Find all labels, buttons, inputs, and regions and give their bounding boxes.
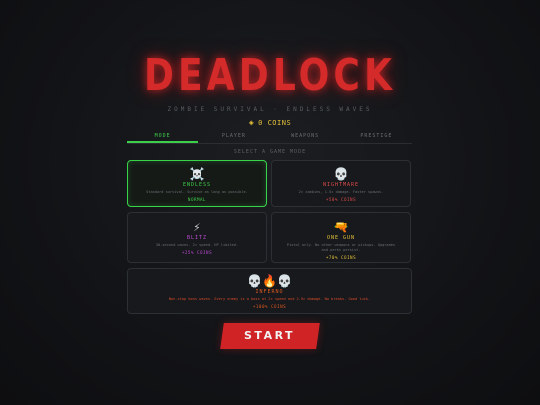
mode-name: NIGHTMARE (322, 182, 360, 188)
mode-name: ENDLESS (182, 182, 212, 188)
tab-mode[interactable]: MODE (127, 131, 199, 143)
mode-card-nightmare[interactable]: 💀 NIGHTMARE 2× zombies, 1.5× damage. Fas… (271, 160, 411, 207)
tab-weapons[interactable]: WEAPONS (270, 131, 341, 143)
mode-reward: +25% COINS (181, 250, 213, 255)
mode-reward: +70% COINS (325, 255, 357, 260)
coin-counter: ◈ 0 COINS (0, 118, 540, 127)
tab-player[interactable]: PLAYER (198, 131, 269, 143)
mode-reward: +50% COINS (325, 197, 357, 202)
mode-description: Standard survival. Survive as long as po… (146, 190, 248, 194)
skull-fire-icon: 💀🔥💀 (247, 274, 292, 288)
coin-icon: ◈ (248, 118, 255, 127)
mode-card-endless[interactable]: ☠️ ENDLESS Standard survival. Survive as… (127, 160, 267, 207)
mode-description: 2× zombies, 1.5× damage. Faster spawns. (298, 190, 384, 194)
mode-name: ONE GUN (326, 235, 356, 241)
mode-description: 30-second waves. 2× speed. HP limited. (155, 243, 239, 247)
tab-prestige[interactable]: PRESTIGE (341, 131, 412, 143)
mode-card-inferno[interactable]: 💀🔥💀 INFERNO Non-stop boss waves. Every e… (127, 268, 412, 314)
game-title: DEADLOCK (143, 50, 397, 101)
game-subtitle: ZOMBIE SURVIVAL · ENDLESS WAVES (167, 106, 373, 113)
pistol-icon: 🔫 (333, 220, 349, 234)
mode-name: INFERNO (255, 289, 284, 295)
start-button-label: START (244, 329, 296, 342)
mode-description: Pistol only. No other weapons or pickups… (286, 243, 396, 252)
mode-description: Non-stop boss waves. Every enemy is a bo… (168, 297, 371, 301)
mode-name: BLITZ (186, 235, 208, 241)
section-label: SELECT A GAME MODE (233, 149, 307, 155)
skull-crossbones-icon: ☠️ (189, 167, 205, 181)
mode-reward: NORMAL (187, 197, 207, 202)
mode-card-one-gun[interactable]: 🔫 ONE GUN Pistol only. No other weapons … (271, 212, 411, 263)
skull-icon: 💀 (333, 167, 349, 181)
coin-count-label: 0 COINS (258, 119, 292, 127)
mode-card-blitz[interactable]: ⚡ BLITZ 30-second waves. 2× speed. HP li… (127, 212, 267, 263)
start-button[interactable]: START (220, 323, 320, 349)
menu-tabs: MODE PLAYER WEAPONS PRESTIGE (127, 131, 412, 144)
mode-reward: +100% COINS (252, 304, 287, 309)
lightning-icon: ⚡ (193, 220, 201, 234)
